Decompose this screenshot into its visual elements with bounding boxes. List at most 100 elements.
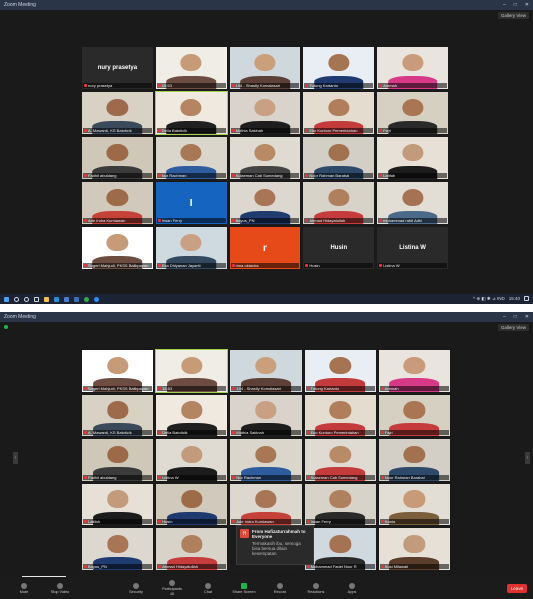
participant-tile-latifah[interactable]: Latifah [82, 483, 154, 526]
participant-tile-muthia-sakinah[interactable]: Muthia Sakinah [229, 92, 301, 134]
apps-button[interactable]: Apps [334, 582, 370, 594]
participant-tile-194-shastly-komalasari[interactable]: 194 - Shastly Komalasari [230, 350, 302, 392]
explorer-icon[interactable] [44, 296, 49, 302]
maximize-button[interactable]: □ [514, 314, 517, 320]
participant-head [403, 401, 426, 419]
participant-tile-husin[interactable]: Husin Husin [303, 227, 375, 269]
cortana-icon[interactable] [24, 296, 29, 302]
participant-tile-15-53[interactable]: 15:53 [155, 47, 227, 89]
participant-tile-sugeri-mahjudi-pkss-balikpapan[interactable]: Sugeri Mahjudi, PKSS Balikpapan [82, 227, 153, 269]
participant-name: Husin [309, 263, 320, 268]
participant-tile-ammah[interactable]: Ammah [377, 47, 448, 89]
participant-head [180, 233, 202, 252]
participant-tile-sugeri-mahjudi-pkss-balikpapan[interactable]: Sugeri Mahjudi, PKSS Balikpapan [82, 350, 154, 392]
participant-tile-eko-kuntoro-pemerintahan[interactable]: Eko Kuntoro Pemerintahan [303, 92, 375, 134]
participant-tile-nury-prasetya[interactable]: nury prasetya nury prasetya [82, 47, 153, 89]
participant-tile-sulaeman-cab-sumedang[interactable]: Sulaeman Cab Sumedang [229, 137, 301, 179]
participant-tile-a-mawardi-ks-batoticik[interactable]: A. Mawardi, KS Batoticik [82, 394, 154, 437]
participant-tile-fajri[interactable]: Fajri [377, 92, 448, 134]
participant-tile-15-53[interactable]: 15:53 [155, 349, 229, 393]
participant-tile-ahmad-hidayatullah[interactable]: Ahmad Hidayatullah [303, 182, 375, 224]
participant-tile-irwan-ferry[interactable]: I Irwan Ferry [155, 182, 227, 224]
previous-page-arrow-icon[interactable]: ‹ [13, 452, 18, 464]
windows-icon[interactable] [4, 296, 9, 302]
next-page-arrow-icon[interactable]: › [525, 452, 530, 464]
participant-tile-tutung-kartanto[interactable]: Tutung Kartanto [303, 47, 375, 89]
minimize-button[interactable]: – [503, 2, 506, 8]
participant-tile-susi-milawati[interactable]: Susi Milawati [378, 528, 450, 570]
participant-head [401, 53, 424, 72]
mute-button[interactable]: Mute [6, 582, 42, 594]
clock[interactable]: 15:40 [509, 296, 520, 302]
participant-tile-eko-kuntoro-pemerintahan[interactable]: Eko Kuntoro Pemerintahan [304, 394, 376, 437]
close-button[interactable]: ✕ [525, 2, 529, 8]
security-button[interactable]: Security [118, 582, 154, 594]
zoom-icon[interactable] [94, 296, 99, 302]
system-tray[interactable]: ^ ⊕ ◧ ✱ ⊿ IND [473, 296, 505, 302]
close-button[interactable]: ✕ [525, 314, 529, 320]
participant-tile-ammah[interactable]: Ammah [378, 350, 450, 392]
muted-microphone-icon [158, 431, 162, 435]
participant-tile-fadhil-abuldang[interactable]: Fadhil abuldang [82, 137, 153, 179]
participant-tile-sulaeman-cab-sumedang[interactable]: Sulaeman Cab Sumedang [304, 439, 376, 481]
participant-tile-194-shastly-komalasari[interactable]: 194 - Shastly Komalasari [229, 47, 301, 89]
participant-head [403, 356, 426, 375]
participants-button[interactable]: Participants 48 [154, 580, 190, 596]
participant-tile-husin[interactable]: Husin [156, 483, 228, 526]
participant-tile-noor-rahman-barabai[interactable]: Noor Rahman Barabai [378, 439, 450, 481]
participant-tile-noor-rahman-barabai[interactable]: Noor Rahman Barabai [303, 137, 375, 179]
participant-name: 194 - Shastly Komalasari [235, 83, 281, 88]
notification-icon[interactable] [524, 296, 529, 301]
minimize-button[interactable]: – [503, 314, 506, 320]
participant-tile-della-batoticik[interactable]: Della Batoticik [156, 394, 228, 437]
muted-microphone-icon [158, 386, 162, 390]
encryption-shield-icon[interactable] [4, 325, 8, 329]
participant-tile-ade-indra-kurniawan[interactable]: Ade Indra Kurniawan [230, 483, 302, 526]
participant-tile-ahmad-hidayatullah[interactable]: Ahmad Hidayatullah [156, 528, 228, 570]
view-toggle-button[interactable]: Gallery View [497, 324, 529, 331]
participant-tile-fajri[interactable]: Fajri [378, 394, 450, 437]
participant-tile-a-mawardi-ks-batoticik[interactable]: A. Mawardi, KS Batoticik [82, 92, 153, 134]
participant-tile-bayus-pn[interactable]: Bayus_PN [82, 528, 154, 570]
leave-button[interactable]: Leave [506, 583, 527, 593]
record-button[interactable]: Record [262, 582, 298, 594]
participant-tile-bayus-pn[interactable]: Bayus_PN [229, 182, 301, 224]
view-toggle-button[interactable]: Gallery View [497, 12, 529, 19]
chat-button[interactable]: Chat [190, 582, 226, 594]
store-icon[interactable] [64, 296, 69, 302]
edge-icon[interactable] [54, 296, 59, 302]
participant-tile-nur-rachman[interactable]: Nur Rachman [155, 137, 227, 179]
participant-tile-ade-indra-kurniawan[interactable]: Ade Indra Kurniawan [82, 182, 153, 224]
participant-tile-listina-w[interactable]: Listina W Listina W [377, 227, 448, 269]
control-label: Chat [203, 589, 213, 594]
reactions-button[interactable]: Reactions [298, 582, 334, 594]
participant-tile-muhammad-fadel-noor-r[interactable]: Muhammad Fadel Noor R [304, 528, 376, 570]
taskview-icon[interactable] [34, 296, 39, 302]
search-icon[interactable] [14, 296, 19, 302]
muted-microphone-icon [305, 264, 309, 267]
chrome-icon[interactable] [84, 296, 89, 302]
share-screen-button[interactable]: Share Screen [226, 582, 262, 594]
participant-tile-eka-dhiyanan-jayanti[interactable]: Eka Dhiyanan Jayanti [155, 227, 227, 269]
control-label: Mute [19, 589, 29, 594]
participant-tile-muthia-sakinah[interactable]: Muthia Sakinah [230, 394, 302, 437]
mail-icon[interactable] [74, 296, 79, 302]
participant-tile-kania[interactable]: Kania [378, 483, 450, 526]
participant-tile-nur-rachman[interactable]: Nur Rachman [230, 439, 302, 481]
participant-tile-listina-w[interactable]: Listina W [156, 439, 228, 481]
participant-tile-rima-oktavira[interactable]: r rima oktavira [229, 227, 301, 269]
participant-name-label: Latifah [378, 173, 447, 178]
participant-tile-muhammad-rafdi-adhi[interactable]: muhammad rafdi Adhi [377, 182, 448, 224]
participant-tile-tutung-kartanto[interactable]: Tutung Kartanto [304, 350, 376, 392]
participant-tile-fadhil-abuldang[interactable]: Fadhil abuldang [82, 439, 154, 481]
stop-video-button[interactable]: Stop Video [42, 582, 78, 594]
control-label: Apps [347, 589, 357, 594]
control-label: Reactions [307, 589, 325, 594]
participant-tile-della-batoticik[interactable]: Della Batoticik [154, 91, 228, 135]
chat-notification[interactable]: H From Hafizaturrahmah to Everyone Terma… [236, 525, 314, 565]
participant-tile-irwan-ferry[interactable]: Irwan Ferry [304, 483, 376, 526]
muted-microphone-icon [84, 386, 87, 390]
participant-tile-latifah[interactable]: Latifah [377, 137, 448, 179]
participant-name: Bayus_PN [235, 218, 255, 223]
maximize-button[interactable]: □ [514, 2, 517, 8]
